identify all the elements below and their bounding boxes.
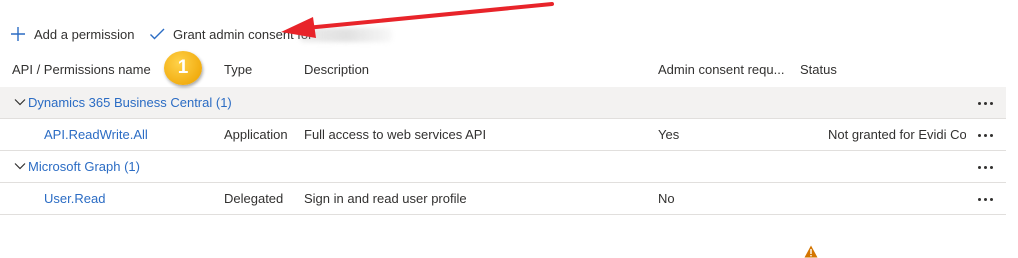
annotation-arrow — [281, 2, 554, 38]
